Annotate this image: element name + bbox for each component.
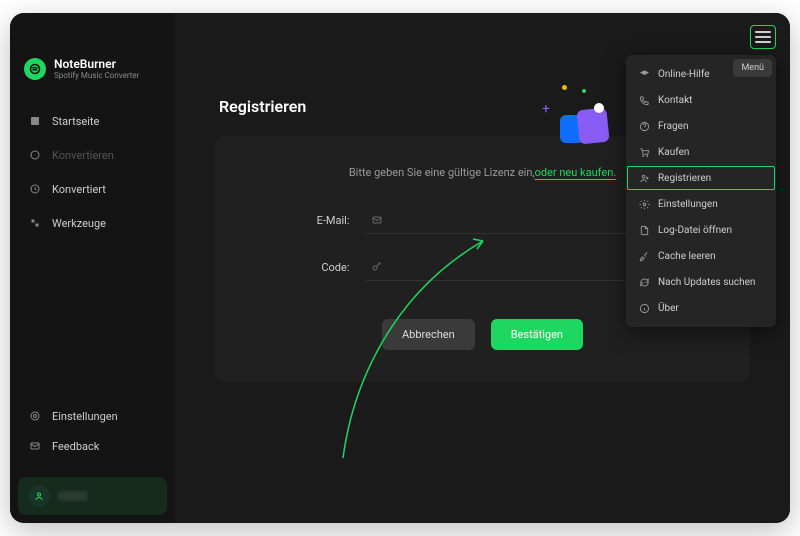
sidebar-item-label: Konvertieren [52, 149, 114, 162]
menu-item-kontakt[interactable]: Kontakt [626, 87, 776, 113]
menu-item-label: Registrieren [658, 173, 711, 184]
menu-item-registrieren[interactable]: Registrieren [626, 165, 776, 191]
menu-item-label: Kontakt [658, 95, 692, 106]
sidebar-item-label: Konvertiert [52, 183, 106, 196]
code-input[interactable] [392, 261, 662, 274]
refresh-icon [638, 276, 650, 288]
sidebar-item-konvertieren[interactable]: Konvertieren [18, 140, 167, 170]
menu-item-label: Log-Datei öffnen [658, 225, 732, 236]
gear-icon [28, 409, 42, 423]
gear-icon [638, 198, 650, 210]
code-input-wrap [366, 254, 666, 281]
menu-item-updates[interactable]: Nach Updates suchen [626, 269, 776, 295]
envelope-icon [370, 213, 384, 227]
menu-item-label: Online-Hilfe [658, 69, 710, 80]
cart-icon [638, 146, 650, 158]
tools-icon [28, 216, 42, 230]
sidebar-item-label: Werkzeuge [52, 217, 106, 230]
dropdown-menu: Menü Online-Hilfe Kontakt Fragen Kaufen … [626, 55, 776, 327]
user-plus-icon [638, 172, 650, 184]
sidebar-item-werkzeuge[interactable]: Werkzeuge [18, 208, 167, 238]
clock-icon [28, 182, 42, 196]
phone-icon [638, 94, 650, 106]
menu-item-kaufen[interactable]: Kaufen [626, 139, 776, 165]
email-input[interactable] [392, 214, 662, 227]
menu-item-label: Fragen [658, 121, 688, 132]
app-window: NoteBurner Spotify Music Converter Start… [10, 13, 790, 523]
menu-item-label: Nach Updates suchen [658, 277, 755, 288]
home-icon [28, 114, 42, 128]
menu-item-label: Einstellungen [658, 199, 718, 210]
account-name-blurred [58, 491, 88, 501]
mail-icon [28, 439, 42, 453]
sidebar: NoteBurner Spotify Music Converter Start… [10, 13, 175, 523]
code-label: Code: [300, 261, 350, 274]
sidebar-item-label: Startseite [52, 115, 99, 128]
email-label: E-Mail: [300, 214, 350, 227]
account-pill[interactable] [18, 477, 167, 515]
hamburger-menu-button[interactable] [750, 25, 776, 49]
brand-subtitle: Spotify Music Converter [54, 71, 139, 80]
sidebar-item-label: Feedback [52, 440, 99, 453]
confirm-button[interactable]: Bestätigen [491, 319, 583, 350]
sidebar-item-einstellungen[interactable]: Einstellungen [18, 401, 167, 431]
menu-item-label: Cache leeren [658, 251, 716, 262]
menu-item-ueber[interactable]: Über [626, 295, 776, 321]
help-prefix: Bitte geben Sie eine gültige Lizenz ein, [349, 166, 535, 179]
menu-item-einstellungen[interactable]: Einstellungen [626, 191, 776, 217]
key-icon [370, 260, 384, 274]
sidebar-item-konvertiert[interactable]: Konvertiert [18, 174, 167, 204]
question-icon [638, 120, 650, 132]
brand-logo-icon [24, 58, 46, 80]
brand-name: NoteBurner [54, 57, 139, 71]
convert-icon [28, 148, 42, 162]
graduation-icon [638, 68, 650, 80]
sidebar-bottom: Einstellungen Feedback [10, 395, 175, 469]
sidebar-item-feedback[interactable]: Feedback [18, 431, 167, 461]
menu-item-label: Über [658, 303, 679, 314]
sidebar-nav: Startseite Konvertieren Konvertiert Werk… [10, 100, 175, 244]
email-input-wrap [366, 207, 666, 234]
menu-item-label: Kaufen [658, 147, 689, 158]
file-icon [638, 224, 650, 236]
menu-item-fragen[interactable]: Fragen [626, 113, 776, 139]
buy-link[interactable]: oder neu kaufen. [535, 166, 617, 179]
menu-item-online-hilfe[interactable]: Online-Hilfe [626, 61, 776, 87]
brand-block: NoteBurner Spotify Music Converter [10, 57, 175, 100]
menu-item-log-datei[interactable]: Log-Datei öffnen [626, 217, 776, 243]
sidebar-item-startseite[interactable]: Startseite [18, 106, 167, 136]
sidebar-item-label: Einstellungen [52, 410, 118, 423]
broom-icon [638, 250, 650, 262]
cancel-button[interactable]: Abbrechen [382, 319, 475, 350]
main-area: + Registrieren Bitte geben Sie eine gült… [175, 13, 790, 523]
info-icon [638, 302, 650, 314]
avatar-icon [28, 485, 50, 507]
menu-item-cache-leeren[interactable]: Cache leeren [626, 243, 776, 269]
